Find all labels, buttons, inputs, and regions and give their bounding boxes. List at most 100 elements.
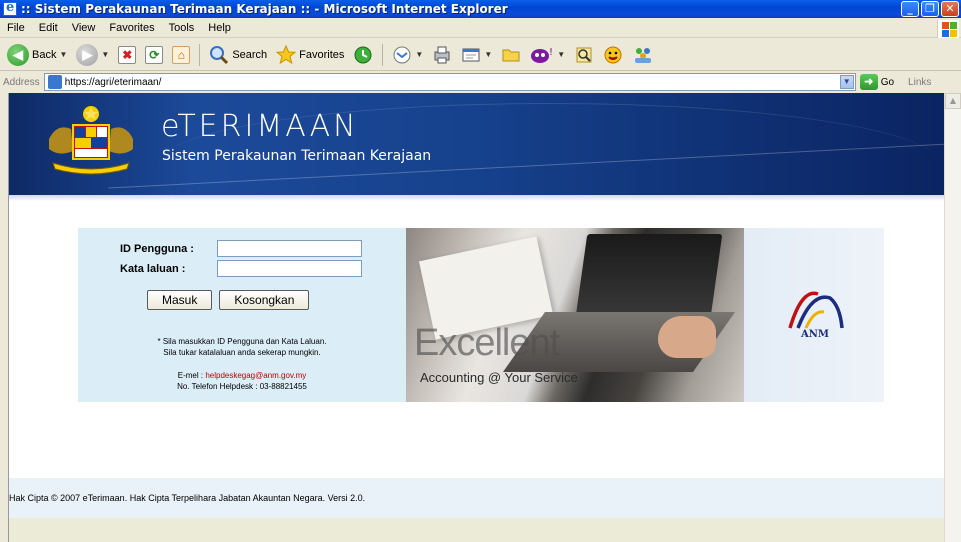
header-divider (9, 195, 944, 201)
address-input[interactable]: https://agri/eterimaan/ ▼ (43, 73, 856, 91)
scroll-up-icon[interactable]: ▲ (945, 93, 961, 109)
stop-button[interactable]: ✖ (115, 42, 139, 68)
print-icon (434, 46, 450, 63)
menu-view[interactable]: View (65, 22, 103, 34)
promo-image: Excellent Accounting @ Your Service (406, 228, 744, 402)
smiley-button[interactable] (600, 42, 626, 68)
user-id-row: ID Pengguna : (120, 240, 362, 257)
restore-button[interactable]: ❐ (921, 1, 939, 17)
brand-tagline: Sistem Perakaunan Terimaan Kerajaan (162, 148, 432, 164)
toolbar-separator (199, 43, 201, 66)
page-bottom-band (9, 518, 944, 542)
instruction-line-2: Sila tukar katalaluan anda sekerap mungk… (163, 348, 321, 357)
back-label: Back (32, 48, 57, 61)
promo-headline: Excellent (414, 322, 560, 364)
back-dropdown-icon[interactable]: ▼ (59, 50, 67, 59)
search-button[interactable]: Search (206, 42, 270, 68)
coat-of-arms-logo (49, 106, 133, 175)
user-id-input[interactable] (217, 240, 362, 257)
user-id-label: ID Pengguna : (120, 242, 194, 255)
menu-bar: File Edit View Favorites Tools Help (0, 18, 961, 38)
menu-help[interactable]: Help (201, 22, 238, 34)
print-button[interactable] (429, 42, 455, 68)
address-bar: Address https://agri/eterimaan/ ▼ ➜ Go L… (0, 72, 961, 92)
history-button[interactable] (350, 42, 376, 68)
address-label: Address (3, 76, 40, 88)
address-dropdown-icon[interactable]: ▼ (839, 75, 854, 89)
toolbar-separator (382, 43, 384, 66)
home-button[interactable]: ⌂ (169, 42, 193, 68)
close-button[interactable]: ✕ (941, 1, 959, 17)
title-bar: :: Sistem Perakaunan Terimaan Kerajaan :… (0, 0, 961, 18)
login-button[interactable]: Masuk (147, 290, 213, 310)
edit-button[interactable]: ▼ (458, 42, 495, 68)
edit-icon (462, 48, 480, 61)
search-label: Search (232, 48, 268, 61)
research-icon (576, 47, 592, 62)
discuss-button[interactable] (498, 42, 524, 68)
messenger-button[interactable]: ! ▼ (527, 42, 568, 68)
login-instructions: * Sila masukkan ID Pengguna dan Kata Lal… (78, 336, 406, 358)
star-icon (276, 44, 297, 64)
helpdesk-phone: No. Telefon Helpdesk : 03-88821455 (177, 382, 307, 391)
password-label: Kata laluan : (120, 262, 186, 275)
window-title: :: Sistem Perakaunan Terimaan Kerajaan :… (21, 2, 508, 16)
stop-icon: ✖ (118, 45, 137, 64)
people-icon (635, 47, 652, 63)
messenger-dropdown-icon[interactable]: ▼ (557, 50, 565, 59)
email-line: E-mel : helpdeskegag@anm.gov.my (78, 370, 406, 381)
mail-dropdown-icon[interactable]: ▼ (415, 50, 423, 59)
history-icon (354, 46, 372, 63)
go-arrow-icon: ➜ (859, 74, 878, 90)
research-button[interactable] (571, 42, 597, 68)
forward-dropdown-icon[interactable]: ▼ (101, 50, 109, 59)
instruction-line-1: * Sila masukkan ID Pengguna dan Kata Lal… (157, 337, 327, 346)
footer: Hak Cipta © 2007 eTerimaan. Hak Cipta Te… (9, 478, 944, 518)
back-arrow-icon: ◀ (7, 43, 29, 66)
mail-button[interactable]: ▼ (389, 42, 426, 68)
folder-icon (502, 49, 520, 61)
anm-logo-text: ANM (801, 329, 829, 340)
brand-title: eTERIMAAN (161, 109, 359, 144)
toolbar: ◀ Back ▼ ▶ ▼ ✖ ⟳ ⌂ Search Favorites ▼ ▼ (0, 39, 961, 71)
refresh-icon: ⟳ (145, 45, 164, 64)
menu-edit[interactable]: Edit (32, 22, 65, 34)
menu-file[interactable]: File (0, 22, 32, 34)
clear-button[interactable]: Kosongkan (219, 290, 310, 310)
links-button[interactable]: Links (908, 77, 931, 88)
vertical-scrollbar[interactable]: ▲ (944, 93, 961, 542)
typing-hand (658, 316, 716, 358)
forward-arrow-icon: ▶ (76, 43, 99, 66)
back-button[interactable]: ◀ Back ▼ (4, 42, 70, 68)
yahoo-icon: ! (531, 47, 553, 63)
helpdesk-contact: E-mel : helpdeskegag@anm.gov.my No. Tele… (78, 370, 406, 392)
password-input[interactable] (217, 260, 362, 277)
copyright-text: Hak Cipta © 2007 eTerimaan. Hak Cipta Te… (9, 493, 366, 503)
go-label: Go (880, 76, 895, 88)
search-icon (210, 45, 229, 64)
svg-text:!: ! (549, 47, 553, 58)
helpdesk-email-link[interactable]: helpdeskegag@anm.gov.my (205, 371, 306, 380)
forward-button[interactable]: ▶ ▼ (73, 42, 112, 68)
edit-dropdown-icon[interactable]: ▼ (484, 50, 492, 59)
menu-favorites[interactable]: Favorites (102, 22, 161, 34)
ie-icon (3, 0, 17, 16)
address-url[interactable]: https://agri/eterimaan/ (65, 77, 162, 88)
go-button[interactable]: ➜ Go (859, 74, 895, 90)
login-form: ID Pengguna : Kata laluan : Masuk Kosong… (78, 228, 406, 402)
form-buttons: Masuk Kosongkan (147, 290, 310, 310)
favorites-label: Favorites (299, 48, 345, 61)
people-button[interactable] (629, 42, 657, 68)
page-viewport: eTERIMAAN Sistem Perakaunan Terimaan Ker… (8, 93, 944, 542)
windows-logo-icon (937, 20, 959, 38)
home-icon: ⌂ (172, 45, 191, 64)
anm-logo-panel: ANM (744, 228, 884, 402)
laptop-screen (574, 234, 723, 324)
header-banner: eTERIMAAN Sistem Perakaunan Terimaan Ker… (9, 93, 944, 195)
window-controls: _ ❐ ✕ (901, 1, 959, 17)
favorites-button[interactable]: Favorites (273, 42, 347, 68)
minimize-button[interactable]: _ (901, 1, 919, 17)
menu-tools[interactable]: Tools (162, 22, 202, 34)
promo-subline: Accounting @ Your Service (420, 370, 578, 385)
refresh-button[interactable]: ⟳ (142, 42, 166, 68)
